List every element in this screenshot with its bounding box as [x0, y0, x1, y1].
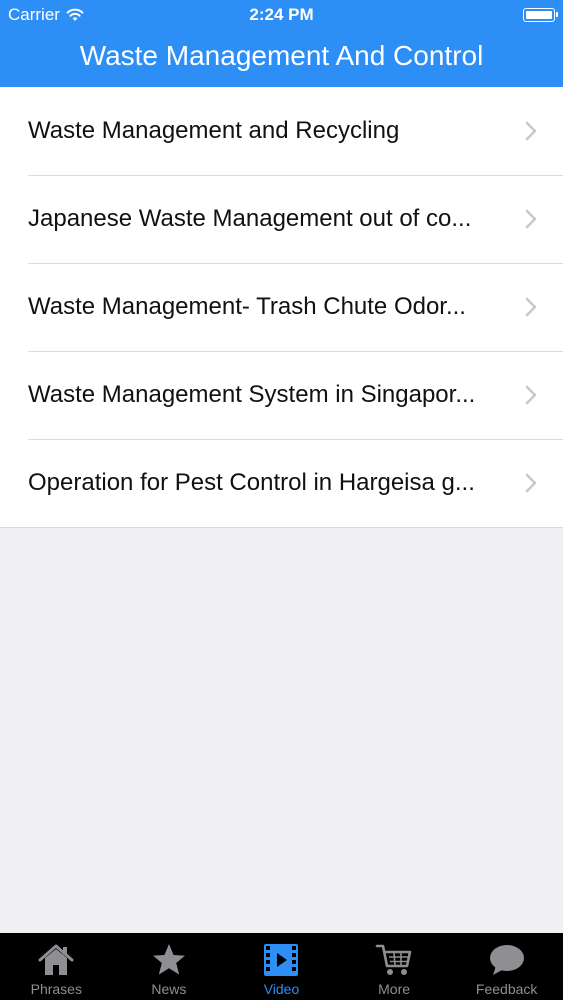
speech-bubble-icon: [489, 945, 524, 975]
list-item[interactable]: Waste Management and Recycling: [0, 87, 563, 175]
tab-phrases[interactable]: Phrases: [0, 933, 113, 1000]
tab-bar: Phrases News Video More Feedback: [0, 933, 563, 1000]
tab-video[interactable]: Video: [225, 933, 338, 1000]
tab-label: News: [151, 981, 187, 997]
list-item-title: Waste Management- Trash Chute Odor...: [28, 293, 466, 320]
video-list: Waste Management and Recycling Japanese …: [0, 87, 563, 528]
tab-news[interactable]: News: [113, 933, 226, 1000]
list-item[interactable]: Operation for Pest Control in Hargeisa g…: [0, 439, 563, 527]
tab-label: Video: [263, 981, 300, 997]
star-icon: [152, 944, 185, 975]
chevron-right-icon: [525, 385, 537, 405]
cart-icon: [375, 944, 412, 975]
chevron-right-icon: [525, 121, 537, 141]
list-item-title: Waste Management System in Singapor...: [28, 381, 476, 408]
tab-label: Feedback: [475, 981, 538, 997]
tab-label: Phrases: [30, 981, 82, 997]
house-icon: [38, 944, 74, 975]
list-item[interactable]: Waste Management System in Singapor...: [0, 351, 563, 439]
list-item-title: Operation for Pest Control in Hargeisa g…: [28, 469, 475, 496]
page-title: Waste Management And Control: [79, 40, 484, 71]
tab-feedback[interactable]: Feedback: [450, 933, 563, 1000]
battery-icon: [523, 8, 558, 22]
app-header: Carrier 2:24 PM Waste Management And Con…: [0, 0, 563, 87]
chevron-right-icon: [525, 297, 537, 317]
tab-more[interactable]: More: [338, 933, 451, 1000]
film-icon: [264, 944, 299, 976]
list-item-title: Waste Management and Recycling: [28, 117, 400, 144]
list-item[interactable]: Waste Management- Trash Chute Odor...: [0, 263, 563, 351]
list-item[interactable]: Japanese Waste Management out of co...: [0, 175, 563, 263]
status-bar: Carrier 2:24 PM: [0, 0, 563, 30]
list-item-title: Japanese Waste Management out of co...: [28, 205, 472, 232]
chevron-right-icon: [525, 473, 537, 493]
chevron-right-icon: [525, 209, 537, 229]
tab-label: More: [378, 981, 411, 997]
status-time: 2:24 PM: [249, 5, 314, 24]
